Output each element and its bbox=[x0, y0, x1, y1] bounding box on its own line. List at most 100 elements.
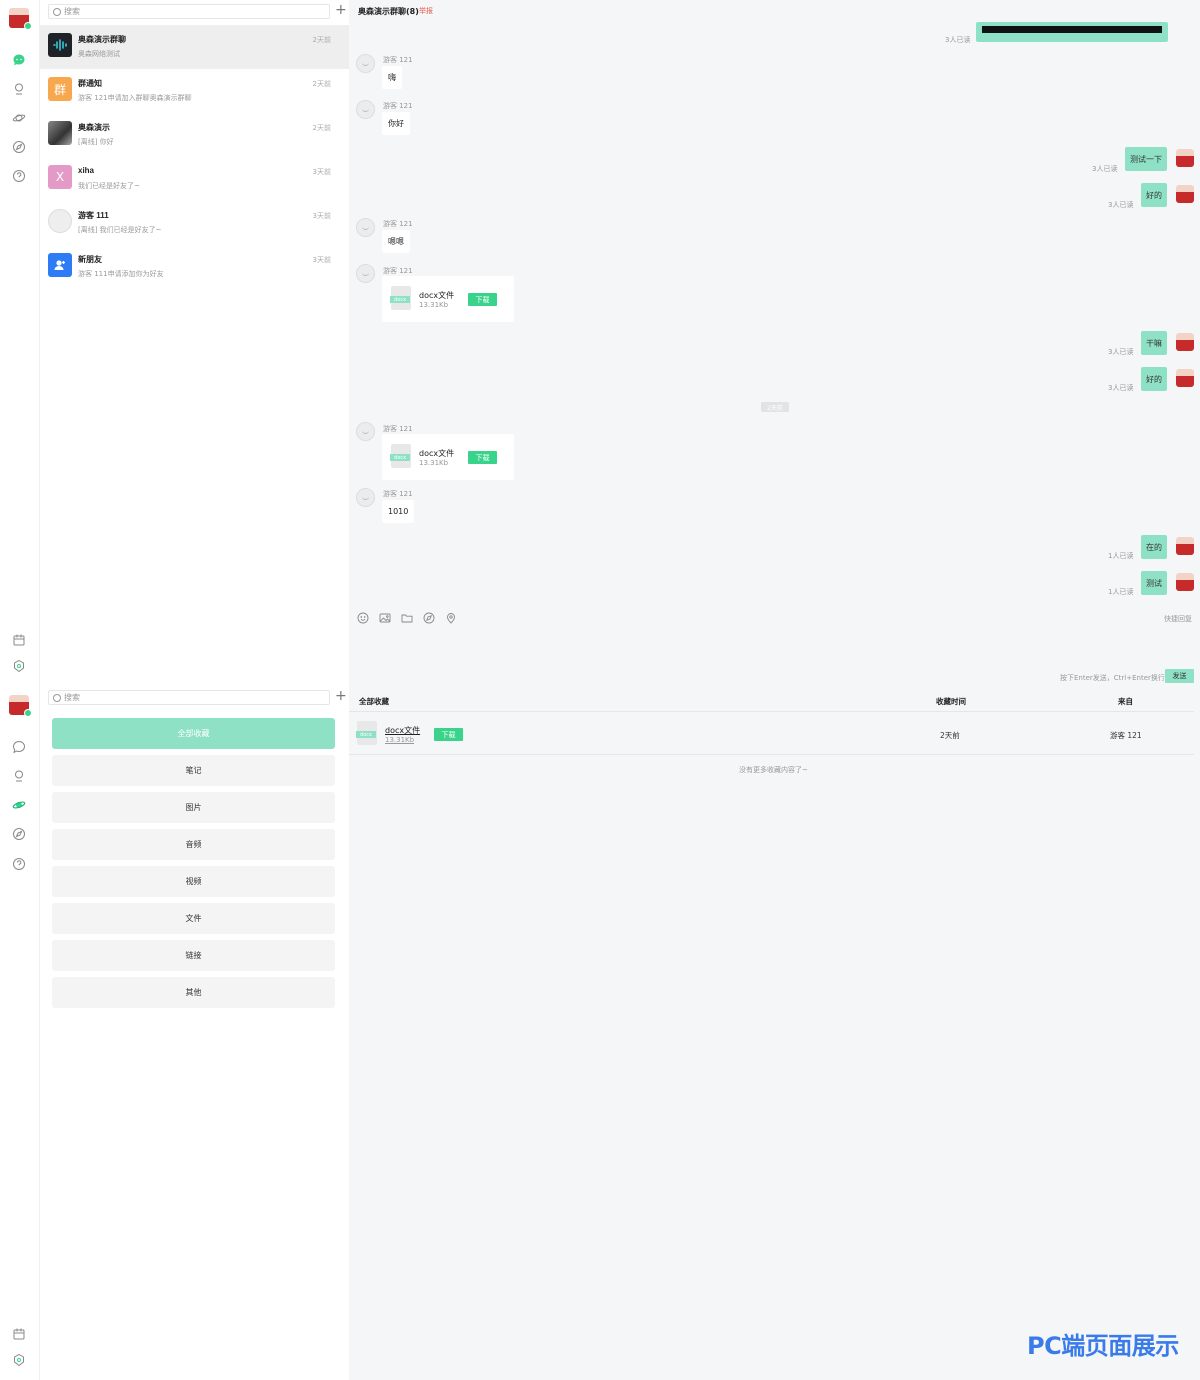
file-size: 13.31Kb bbox=[385, 736, 415, 744]
contacts-icon[interactable] bbox=[12, 82, 26, 96]
read-status: 3人已读 bbox=[1108, 384, 1134, 392]
conversation-panel: 搜索 + 奥森演示群聊 奥森网络测试 2天前 群 群通知 游客 121申请加入群… bbox=[40, 0, 349, 688]
favorite-source: 游客 121 bbox=[1110, 731, 1142, 740]
calendar-icon[interactable] bbox=[12, 633, 26, 647]
planet-icon[interactable] bbox=[12, 798, 26, 812]
user-avatar[interactable] bbox=[9, 695, 32, 717]
chat-window: 奥森演示群聊(8) 举报 3人已读 游客 121 嗨 游客 121 你好 3人已… bbox=[349, 0, 1200, 688]
conversation-time: 3天前 bbox=[312, 256, 331, 264]
user-avatar[interactable] bbox=[1176, 185, 1194, 203]
conversation-name: 奥森演示 bbox=[78, 123, 110, 132]
conversation-search-input[interactable]: 搜索 bbox=[48, 4, 330, 19]
add-user-icon bbox=[48, 253, 72, 277]
outgoing-message-bubble: 干嘛 bbox=[1141, 331, 1167, 355]
send-button[interactable]: 发送 bbox=[1165, 669, 1194, 683]
read-status: 3人已读 bbox=[1092, 165, 1118, 173]
user-avatar[interactable] bbox=[1176, 573, 1194, 591]
chat-icon[interactable] bbox=[12, 740, 26, 754]
file-name: docx文件 bbox=[419, 291, 455, 300]
guest-avatar-icon[interactable] bbox=[356, 100, 375, 119]
shield-icon[interactable] bbox=[12, 1353, 26, 1367]
file-type-badge: docx bbox=[356, 731, 376, 738]
guest-avatar-icon[interactable] bbox=[356, 264, 375, 283]
conversation-item[interactable]: 新朋友 游客 111申请添加你为好友 3天前 bbox=[40, 245, 349, 289]
add-button[interactable]: + bbox=[335, 688, 347, 704]
search-placeholder: 搜索 bbox=[64, 693, 80, 702]
guest-avatar-icon[interactable] bbox=[356, 54, 375, 73]
guest-avatar-icon bbox=[48, 209, 72, 233]
conversation-time: 3天前 bbox=[312, 168, 331, 176]
location-icon[interactable] bbox=[444, 611, 457, 624]
category-images[interactable]: 图片 bbox=[52, 792, 335, 823]
emoji-icon[interactable] bbox=[356, 611, 369, 624]
add-button[interactable]: + bbox=[335, 2, 347, 18]
favorites-table: 全部收藏 收藏时间 来自 docx docx文件 13.31Kb 下载 2天前 … bbox=[349, 688, 1200, 1380]
planet-icon[interactable] bbox=[12, 111, 26, 125]
chat-icon[interactable] bbox=[12, 53, 26, 67]
help-icon[interactable] bbox=[12, 169, 26, 183]
user-avatar[interactable] bbox=[1176, 537, 1194, 555]
docx-file-icon: docx bbox=[390, 444, 411, 468]
outgoing-message-bubble: 在的 bbox=[1141, 535, 1167, 559]
category-links[interactable]: 链接 bbox=[52, 940, 335, 971]
category-files[interactable]: 文件 bbox=[52, 903, 335, 934]
quick-reply-button[interactable]: 快捷回复 bbox=[1164, 614, 1192, 624]
compass-icon[interactable] bbox=[422, 611, 435, 624]
docx-file-icon: docx bbox=[390, 286, 411, 310]
conversation-item[interactable]: X xiha 我们已经是好友了~ 3天前 bbox=[40, 157, 349, 201]
conversation-time: 2天前 bbox=[312, 36, 331, 44]
outgoing-message-bubble: 测试一下 bbox=[1125, 147, 1167, 171]
conversation-item[interactable]: 奥森演示 [离线] 你好 2天前 bbox=[40, 113, 349, 157]
user-avatar[interactable] bbox=[1176, 149, 1194, 167]
guest-avatar-icon[interactable] bbox=[356, 488, 375, 507]
column-header: 来自 bbox=[1118, 697, 1133, 706]
compass-icon[interactable] bbox=[12, 140, 26, 154]
contacts-icon[interactable] bbox=[12, 769, 26, 783]
conversation-name: 游客 111 bbox=[78, 211, 109, 220]
table-row[interactable]: docx docx文件 13.31Kb 下载 2天前 游客 121 bbox=[349, 713, 1194, 755]
shield-icon[interactable] bbox=[12, 659, 26, 673]
help-icon[interactable] bbox=[12, 857, 26, 871]
file-message-card[interactable]: docx docx文件 13.31Kb 下载 bbox=[382, 434, 514, 480]
conversation-name: 奥森演示群聊 bbox=[78, 35, 126, 44]
download-button[interactable]: 下载 bbox=[468, 451, 497, 464]
nav-rail-top bbox=[0, 0, 40, 688]
user-avatar[interactable] bbox=[9, 8, 32, 30]
download-button[interactable]: 下载 bbox=[468, 293, 497, 306]
sender-name: 游客 121 bbox=[383, 267, 413, 275]
favorites-search-input[interactable]: 搜索 bbox=[48, 690, 330, 705]
conversation-preview: [离线] 我们已经是好友了~ bbox=[78, 226, 162, 234]
category-all-favorites[interactable]: 全部收藏 bbox=[52, 718, 335, 749]
photo-avatar-icon bbox=[48, 121, 72, 145]
image-icon[interactable] bbox=[378, 611, 391, 624]
compass-icon[interactable] bbox=[12, 827, 26, 841]
sender-name: 游客 121 bbox=[383, 425, 413, 433]
sender-name: 游客 121 bbox=[383, 220, 413, 228]
download-button[interactable]: 下载 bbox=[434, 728, 463, 741]
composer-toolbar bbox=[356, 611, 457, 624]
send-hint: 按下Enter发送，Ctrl+Enter换行 bbox=[1060, 674, 1165, 682]
conversation-preview: [离线] 你好 bbox=[78, 138, 114, 146]
file-type-badge: docx bbox=[390, 296, 410, 303]
category-other[interactable]: 其他 bbox=[52, 977, 335, 1008]
category-notes[interactable]: 笔记 bbox=[52, 755, 335, 786]
category-audio[interactable]: 音频 bbox=[52, 829, 335, 860]
file-name[interactable]: docx文件 bbox=[385, 725, 420, 736]
category-video[interactable]: 视频 bbox=[52, 866, 335, 897]
search-icon bbox=[53, 7, 61, 16]
read-status: 3人已读 bbox=[1108, 201, 1134, 209]
guest-avatar-icon[interactable] bbox=[356, 218, 375, 237]
folder-icon[interactable] bbox=[400, 611, 413, 624]
conversation-name: 群通知 bbox=[78, 79, 102, 88]
report-link[interactable]: 举报 bbox=[419, 6, 433, 16]
user-avatar[interactable] bbox=[1176, 369, 1194, 387]
guest-avatar-icon[interactable] bbox=[356, 422, 375, 441]
conversation-item[interactable]: 游客 111 [离线] 我们已经是好友了~ 3天前 bbox=[40, 201, 349, 245]
conversation-item[interactable]: 群 群通知 游客 121申请加入群聊奥森演示群聊 2天前 bbox=[40, 69, 349, 113]
calendar-icon[interactable] bbox=[12, 1327, 26, 1341]
conversation-time: 2天前 bbox=[312, 80, 331, 88]
conversation-item[interactable]: 奥森演示群聊 奥森网络测试 2天前 bbox=[40, 25, 349, 69]
conversation-preview: 奥森网络测试 bbox=[78, 50, 120, 58]
user-avatar[interactable] bbox=[1176, 333, 1194, 351]
file-message-card[interactable]: docx docx文件 13.31Kb 下载 bbox=[382, 276, 514, 322]
